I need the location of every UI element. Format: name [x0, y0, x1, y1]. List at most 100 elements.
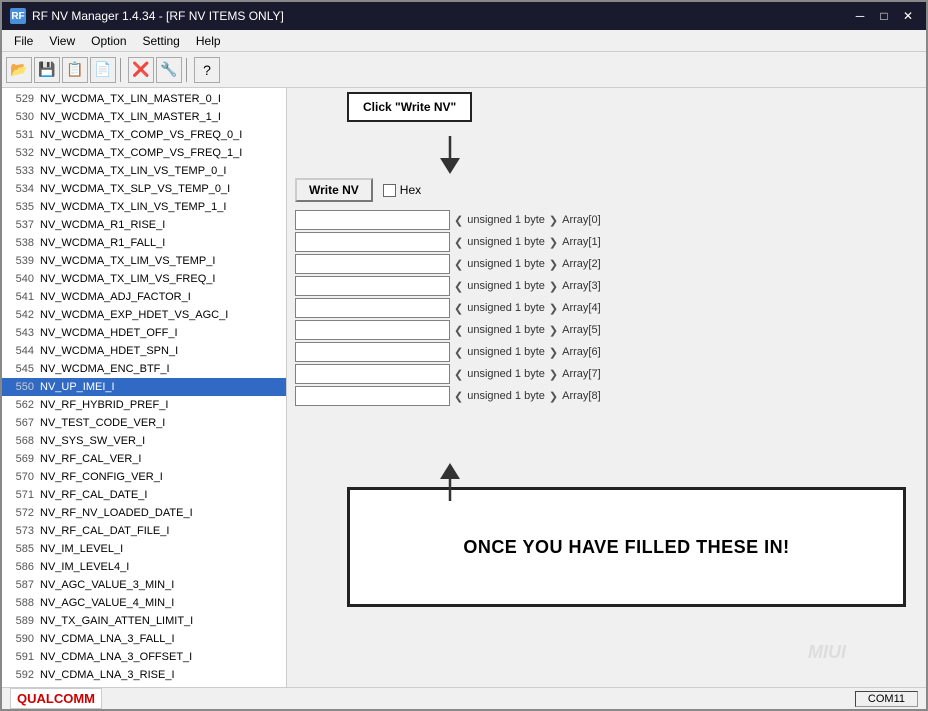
list-item[interactable]: 537NV_WCDMA_R1_RISE_I [2, 216, 286, 234]
list-item-name: NV_CDMA_LNA_3_OFFSET_I [40, 649, 192, 665]
right-bracket-3: ❯ [549, 280, 558, 293]
list-item[interactable]: 541NV_WCDMA_ADJ_FACTOR_I [2, 288, 286, 306]
list-item[interactable]: 539NV_WCDMA_TX_LIM_VS_TEMP_I [2, 252, 286, 270]
nv-list-container[interactable]: 528NV_WCDMA_AGC_PHASE_OFFSET_I529NV_WCDM… [2, 88, 286, 687]
field-input-8[interactable] [295, 386, 450, 406]
list-item[interactable]: 562NV_RF_HYBRID_PREF_I [2, 396, 286, 414]
list-item-name: NV_UP_IMEI_I [40, 379, 115, 395]
list-item[interactable]: 550 NV_UP_IMEI_I [2, 378, 286, 396]
list-item[interactable]: 531NV_WCDMA_TX_COMP_VS_FREQ_0_I [2, 126, 286, 144]
toolbar-delete[interactable]: ❌ [128, 57, 154, 83]
list-item[interactable]: 568NV_SYS_SW_VER_I [2, 432, 286, 450]
list-item-name: NV_IM_LEVEL_I [40, 541, 123, 557]
list-item[interactable]: 592 NV_CDMA_LNA_3_RISE_I [2, 666, 286, 684]
list-item[interactable]: 540NV_WCDMA_TX_LIM_VS_FREQ_I [2, 270, 286, 288]
hex-checkbox[interactable] [383, 184, 396, 197]
close-button[interactable]: ✕ [898, 8, 918, 24]
callout-filled: ONCE YOU HAVE FILLED THESE IN! [347, 487, 906, 607]
list-item-num: 545 [6, 361, 34, 377]
list-item[interactable]: 589NV_TX_GAIN_ATTEN_LIMIT_I [2, 612, 286, 630]
list-item[interactable]: 545NV_WCDMA_ENC_BTF_I [2, 360, 286, 378]
write-nv-area: Write NV Hex [295, 178, 918, 202]
field-input-2[interactable] [295, 254, 450, 274]
list-item[interactable]: 573NV_RF_CAL_DAT_FILE_I [2, 522, 286, 540]
minimize-button[interactable]: ─ [850, 8, 870, 24]
list-item[interactable]: 591NV_CDMA_LNA_3_OFFSET_I [2, 648, 286, 666]
field-input-1[interactable] [295, 232, 450, 252]
field-array-1: Array[1] [562, 236, 601, 248]
toolbar-copy[interactable]: 📋 [62, 57, 88, 83]
field-row: ❮ unsigned 1 byte ❯ Array[0] [295, 210, 918, 230]
field-array-6: Array[6] [562, 346, 601, 358]
list-item[interactable]: 587NV_AGC_VALUE_3_MIN_I [2, 576, 286, 594]
list-item[interactable]: 544NV_WCDMA_HDET_SPN_I [2, 342, 286, 360]
list-item-num: 567 [6, 415, 34, 431]
list-item-name: NV_WCDMA_EXP_HDET_VS_AGC_I [40, 307, 228, 323]
toolbar-settings[interactable]: 🔧 [156, 57, 182, 83]
list-item-num: 570 [6, 469, 34, 485]
right-bracket-2: ❯ [549, 258, 558, 271]
list-item[interactable]: 569NV_RF_CAL_VER_I [2, 450, 286, 468]
field-type-5: unsigned 1 byte [467, 324, 545, 336]
list-item[interactable]: 542NV_WCDMA_EXP_HDET_VS_AGC_I [2, 306, 286, 324]
toolbar-open[interactable]: 📂 [6, 57, 32, 83]
list-item[interactable]: 570NV_RF_CONFIG_VER_I [2, 468, 286, 486]
list-item[interactable]: 530NV_WCDMA_TX_LIN_MASTER_1_I [2, 108, 286, 126]
menu-option[interactable]: Option [83, 32, 134, 49]
field-input-6[interactable] [295, 342, 450, 362]
toolbar-new[interactable]: 📄 [90, 57, 116, 83]
left-bracket-0: ❮ [454, 214, 463, 227]
list-item-num: 586 [6, 559, 34, 575]
list-item-name: NV_WCDMA_TX_LIN_MASTER_1_I [40, 109, 221, 125]
field-input-5[interactable] [295, 320, 450, 340]
list-item-num: 592 [6, 667, 34, 683]
list-item[interactable]: 588NV_AGC_VALUE_4_MIN_I [2, 594, 286, 612]
list-item-name: NV_CDMA_LNA_3_RISE_I [40, 667, 175, 683]
list-item[interactable]: 538NV_WCDMA_R1_FALL_I [2, 234, 286, 252]
field-input-4[interactable] [295, 298, 450, 318]
list-item[interactable]: 585NV_IM_LEVEL_I [2, 540, 286, 558]
callout-filled-text: ONCE YOU HAVE FILLED THESE IN! [463, 537, 789, 558]
list-item-num: 533 [6, 163, 34, 179]
menu-view[interactable]: View [41, 32, 83, 49]
field-input-3[interactable] [295, 276, 450, 296]
toolbar-help[interactable]: ? [194, 57, 220, 83]
list-item[interactable]: 534NV_WCDMA_TX_SLP_VS_TEMP_0_I [2, 180, 286, 198]
right-bracket-7: ❯ [549, 368, 558, 381]
list-item-num: 550 [6, 379, 34, 395]
list-item[interactable]: 535NV_WCDMA_TX_LIN_VS_TEMP_1_I [2, 198, 286, 216]
list-item-num: 540 [6, 271, 34, 287]
field-array-8: Array[8] [562, 390, 601, 402]
field-input-7[interactable] [295, 364, 450, 384]
field-array-4: Array[4] [562, 302, 601, 314]
list-item-name: NV_WCDMA_R1_FALL_I [40, 235, 165, 251]
arrow-up-svg [435, 463, 465, 501]
list-item[interactable]: 572NV_RF_NV_LOADED_DATE_I [2, 504, 286, 522]
field-type-0: unsigned 1 byte [467, 214, 545, 226]
list-item[interactable]: 586NV_IM_LEVEL4_I [2, 558, 286, 576]
list-item-name: NV_RF_HYBRID_PREF_I [40, 397, 168, 413]
maximize-button[interactable]: □ [874, 8, 894, 24]
list-item-name: NV_WCDMA_TX_LIN_MASTER_0_I [40, 91, 221, 107]
left-bracket-4: ❮ [454, 302, 463, 315]
menu-bar: File View Option Setting Help [2, 30, 926, 52]
menu-file[interactable]: File [6, 32, 41, 49]
list-item[interactable]: 529NV_WCDMA_TX_LIN_MASTER_0_I [2, 90, 286, 108]
list-item-name: NV_WCDMA_R1_RISE_I [40, 217, 165, 233]
menu-setting[interactable]: Setting [135, 32, 188, 49]
list-item[interactable]: 533NV_WCDMA_TX_LIN_VS_TEMP_0_I [2, 162, 286, 180]
list-item[interactable]: 590NV_CDMA_LNA_3_FALL_I [2, 630, 286, 648]
menu-help[interactable]: Help [188, 32, 229, 49]
title-bar: RF RF NV Manager 1.4.34 - [RF NV ITEMS O… [2, 2, 926, 30]
fields-area: ❮ unsigned 1 byte ❯ Array[0] ❮ unsigned … [295, 210, 918, 406]
list-item[interactable]: 532NV_WCDMA_TX_COMP_VS_FREQ_1_I [2, 144, 286, 162]
field-meta-4: ❮ unsigned 1 byte ❯ Array[4] [454, 302, 601, 315]
list-item[interactable]: 567NV_TEST_CODE_VER_I [2, 414, 286, 432]
list-item[interactable]: 543NV_WCDMA_HDET_OFF_I [2, 324, 286, 342]
field-input-0[interactable] [295, 210, 450, 230]
list-item[interactable]: 571NV_RF_CAL_DATE_I [2, 486, 286, 504]
toolbar-save[interactable]: 💾 [34, 57, 60, 83]
list-item-num: 541 [6, 289, 34, 305]
field-array-0: Array[0] [562, 214, 601, 226]
write-nv-button[interactable]: Write NV [295, 178, 373, 202]
